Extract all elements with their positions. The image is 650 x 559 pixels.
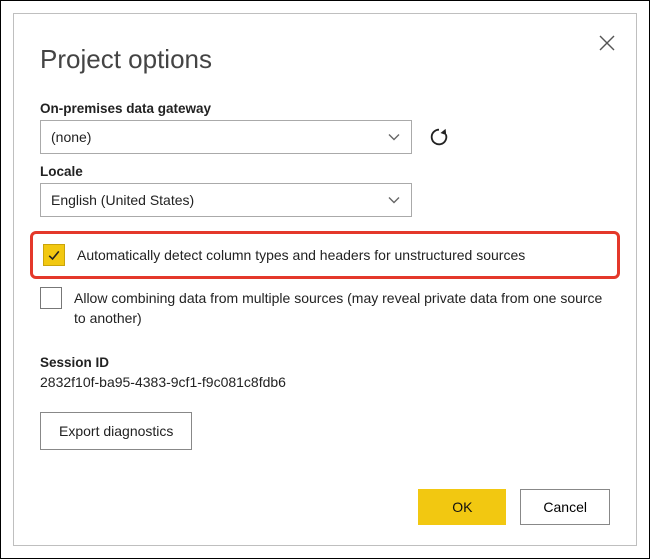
dialog-title: Project options <box>40 44 610 75</box>
dialog: Project options On-premises data gateway… <box>13 13 637 546</box>
locale-value: English (United States) <box>51 192 194 208</box>
combine-label: Allow combining data from multiple sourc… <box>74 287 610 329</box>
autodetect-checkbox[interactable] <box>43 244 65 266</box>
close-button[interactable] <box>598 34 616 52</box>
highlight-annotation: Automatically detect column types and he… <box>30 231 620 279</box>
autodetect-label: Automatically detect column types and he… <box>77 244 525 265</box>
combine-row: Allow combining data from multiple sourc… <box>40 287 610 329</box>
combine-checkbox[interactable] <box>40 287 62 309</box>
export-diagnostics-label: Export diagnostics <box>59 423 173 439</box>
cancel-label: Cancel <box>543 499 587 515</box>
cancel-button[interactable]: Cancel <box>520 489 610 525</box>
refresh-button[interactable] <box>428 126 450 148</box>
close-icon <box>598 34 616 52</box>
locale-dropdown[interactable]: English (United States) <box>40 183 412 217</box>
refresh-icon <box>428 126 450 148</box>
chevron-down-icon <box>387 193 401 207</box>
check-icon <box>46 247 62 263</box>
gateway-dropdown[interactable]: (none) <box>40 120 412 154</box>
screenshot-frame: Project options On-premises data gateway… <box>0 0 650 559</box>
locale-row: English (United States) <box>40 183 610 217</box>
session-block: Session ID 2832f10f-ba95-4383-9cf1-f9c08… <box>40 355 610 390</box>
ok-button[interactable]: OK <box>418 489 506 525</box>
session-label: Session ID <box>40 355 610 370</box>
ok-label: OK <box>452 499 472 515</box>
gateway-value: (none) <box>51 129 91 145</box>
gateway-label: On-premises data gateway <box>40 101 610 116</box>
autodetect-row: Automatically detect column types and he… <box>43 244 607 266</box>
gateway-row: (none) <box>40 120 610 154</box>
locale-label: Locale <box>40 164 610 179</box>
dialog-footer: OK Cancel <box>418 489 610 525</box>
export-diagnostics-button[interactable]: Export diagnostics <box>40 412 192 450</box>
session-value: 2832f10f-ba95-4383-9cf1-f9c081c8fdb6 <box>40 374 610 390</box>
chevron-down-icon <box>387 130 401 144</box>
